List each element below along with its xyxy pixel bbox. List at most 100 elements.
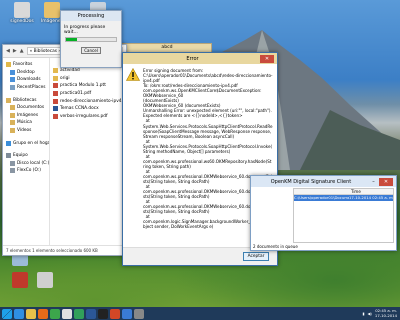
sidebar-item[interactable]: Equipo (3, 152, 49, 160)
close-icon[interactable]: ✕ (379, 177, 393, 186)
taskbar: ▮ ◀) 02:45 a. m. 17-10-2014 (0, 307, 400, 320)
list-item[interactable]: origi (50, 75, 126, 83)
file-icon (53, 68, 58, 74)
file-icon (53, 83, 58, 89)
app-icon (37, 272, 53, 288)
document-icon (14, 2, 30, 18)
sidebar-item-label: Grupo en el hogar (13, 140, 49, 146)
file-explorer-icon[interactable] (26, 308, 36, 319)
file-name: verbos-irregulares.pdf (60, 113, 108, 119)
file-name: practica01.pdf (60, 91, 92, 97)
file-icon (53, 91, 58, 97)
minimize-icon[interactable]: – (369, 178, 378, 186)
folder-icon (44, 2, 60, 18)
folder-icon (10, 77, 15, 83)
desktop: signedDosImágenesOpenKM Digital Signatur… (0, 0, 400, 307)
processing-titlebar: Processing (61, 11, 121, 21)
file-name: origi (60, 75, 70, 81)
word-icon[interactable] (86, 308, 96, 319)
file-name: redes-direccionamiento-ipv4.p (60, 98, 126, 104)
sidebar-item[interactable]: Disco local (C:) (3, 160, 49, 168)
media-icon[interactable] (62, 308, 72, 319)
openkm-icon[interactable] (122, 308, 132, 319)
close-icon[interactable]: ✕ (260, 54, 274, 63)
sidebar-item-label: RecentPlaces (17, 85, 46, 91)
ie-icon[interactable] (14, 308, 24, 319)
queue-table: Time C:\Users\operador01\Documents\abcd\… (293, 188, 394, 243)
file-name: practica Modulo 1.ptt (60, 83, 106, 89)
sidebar-item[interactable]: Música (3, 119, 49, 127)
sidebar-item[interactable]: Vídeos (3, 127, 49, 135)
navigation-pane: Favoritos Desktop Downloads RecentPlaces Bib… (3, 58, 50, 245)
sidebar-item-label: Imágenes (17, 112, 39, 118)
processing-dialog: Processing In progress please wait... Ca… (60, 10, 122, 68)
progress-fill (66, 38, 77, 41)
cmd-icon[interactable] (98, 308, 108, 319)
processing-progress-bar (65, 37, 117, 42)
row-path: C:\Users\operador01\Documents\abcd\redes… (294, 195, 349, 200)
folder-icon (10, 105, 15, 111)
sidebar-item[interactable]: RecentPlaces (3, 84, 49, 92)
desktop-icon[interactable] (25, 272, 65, 289)
warning-icon (126, 68, 140, 81)
system-tray: ▮ ◀) 02:45 a. m. 17-10-2014 (362, 308, 400, 318)
volume-icon[interactable]: ◀) (368, 311, 372, 316)
up-arrow-icon[interactable]: ▲ (20, 48, 24, 54)
file-name: actividad (60, 68, 80, 74)
cancel-button[interactable]: Cancel (81, 47, 101, 54)
file-name: Temas CCNA.docx (60, 106, 99, 112)
folder-icon (10, 120, 15, 126)
sidebar-item[interactable]: Bibliotecas (3, 96, 49, 104)
ppt-icon[interactable] (110, 308, 120, 319)
sidebar-item[interactable]: Documentos (3, 104, 49, 112)
sidebar-item-label: Disco local (C:) (17, 160, 49, 166)
clock[interactable]: 02:45 a. m. 17-10-2014 (374, 308, 397, 318)
file-icon (53, 98, 58, 104)
folder-icon (10, 160, 15, 166)
firefox-icon[interactable] (38, 308, 48, 319)
store-icon[interactable] (74, 308, 84, 319)
sidebar-item[interactable]: Imágenes (3, 112, 49, 120)
openkm-title: OpenKM Digital Signature Client (270, 178, 352, 185)
sidebar-item-label: Documentos (17, 105, 45, 111)
explorer-status-bar: 7 elementos 1 elemento seleccionado 600 … (3, 245, 126, 255)
sidebar-item-label: Equipo (13, 153, 28, 159)
openkm-titlebar: OpenKM Digital Signature Client – ✕ (251, 176, 396, 187)
error-title: Error (186, 55, 199, 62)
column-header-time[interactable]: Time (349, 189, 393, 194)
sidebar-item-label: Música (17, 120, 32, 126)
sidebar-item[interactable]: Downloads (3, 76, 49, 84)
sidebar-item-label: FlexCo (O:) (17, 168, 41, 174)
file-list: actividad origi practica Modulo 1.ptt pract… (50, 58, 126, 245)
sidebar-item[interactable]: Grupo en el hogar (3, 139, 49, 147)
file-icon (53, 106, 58, 112)
folder-icon (10, 128, 15, 134)
forward-arrow-icon[interactable]: ▶ (13, 48, 17, 54)
file-icon (53, 113, 58, 119)
start-button-icon[interactable] (2, 308, 12, 319)
accept-button[interactable]: Aceptar (243, 252, 269, 261)
list-item[interactable]: verbos-irregulares.pdf (50, 113, 126, 121)
sidebar-item[interactable]: FlexCo (O:) (3, 167, 49, 175)
chrome-icon[interactable] (50, 308, 60, 319)
column-header-path[interactable] (294, 189, 349, 194)
folder-icon (6, 140, 11, 146)
sidebar-item[interactable]: Desktop (3, 69, 49, 77)
row-time: 17-10-2014 02:45 a. m. (349, 195, 393, 200)
table-row[interactable]: C:\Users\operador01\Documents\abcd\redes… (294, 195, 393, 201)
queue-status: 2 documents in queue (253, 244, 298, 249)
back-arrow-icon[interactable]: ◀ (6, 48, 10, 54)
sidebar-item[interactable]: Favoritos (3, 61, 49, 69)
sidebar-item-label: Downloads (17, 77, 41, 83)
processing-message: In progress please wait... (64, 25, 106, 35)
list-item[interactable]: redes-direccionamiento-ipv4.p (50, 97, 126, 105)
file-icon (53, 75, 58, 81)
list-item[interactable]: actividad (50, 67, 126, 75)
list-item[interactable]: practica01.pdf (50, 90, 126, 98)
app-icon[interactable] (134, 308, 144, 319)
folder-icon (10, 112, 15, 118)
network-icon[interactable]: ▮ (362, 311, 364, 316)
clock-date: 17-10-2014 (374, 312, 397, 318)
list-item[interactable]: practica Modulo 1.ptt (50, 82, 126, 90)
list-item[interactable]: Temas CCNA.docx (50, 105, 126, 113)
